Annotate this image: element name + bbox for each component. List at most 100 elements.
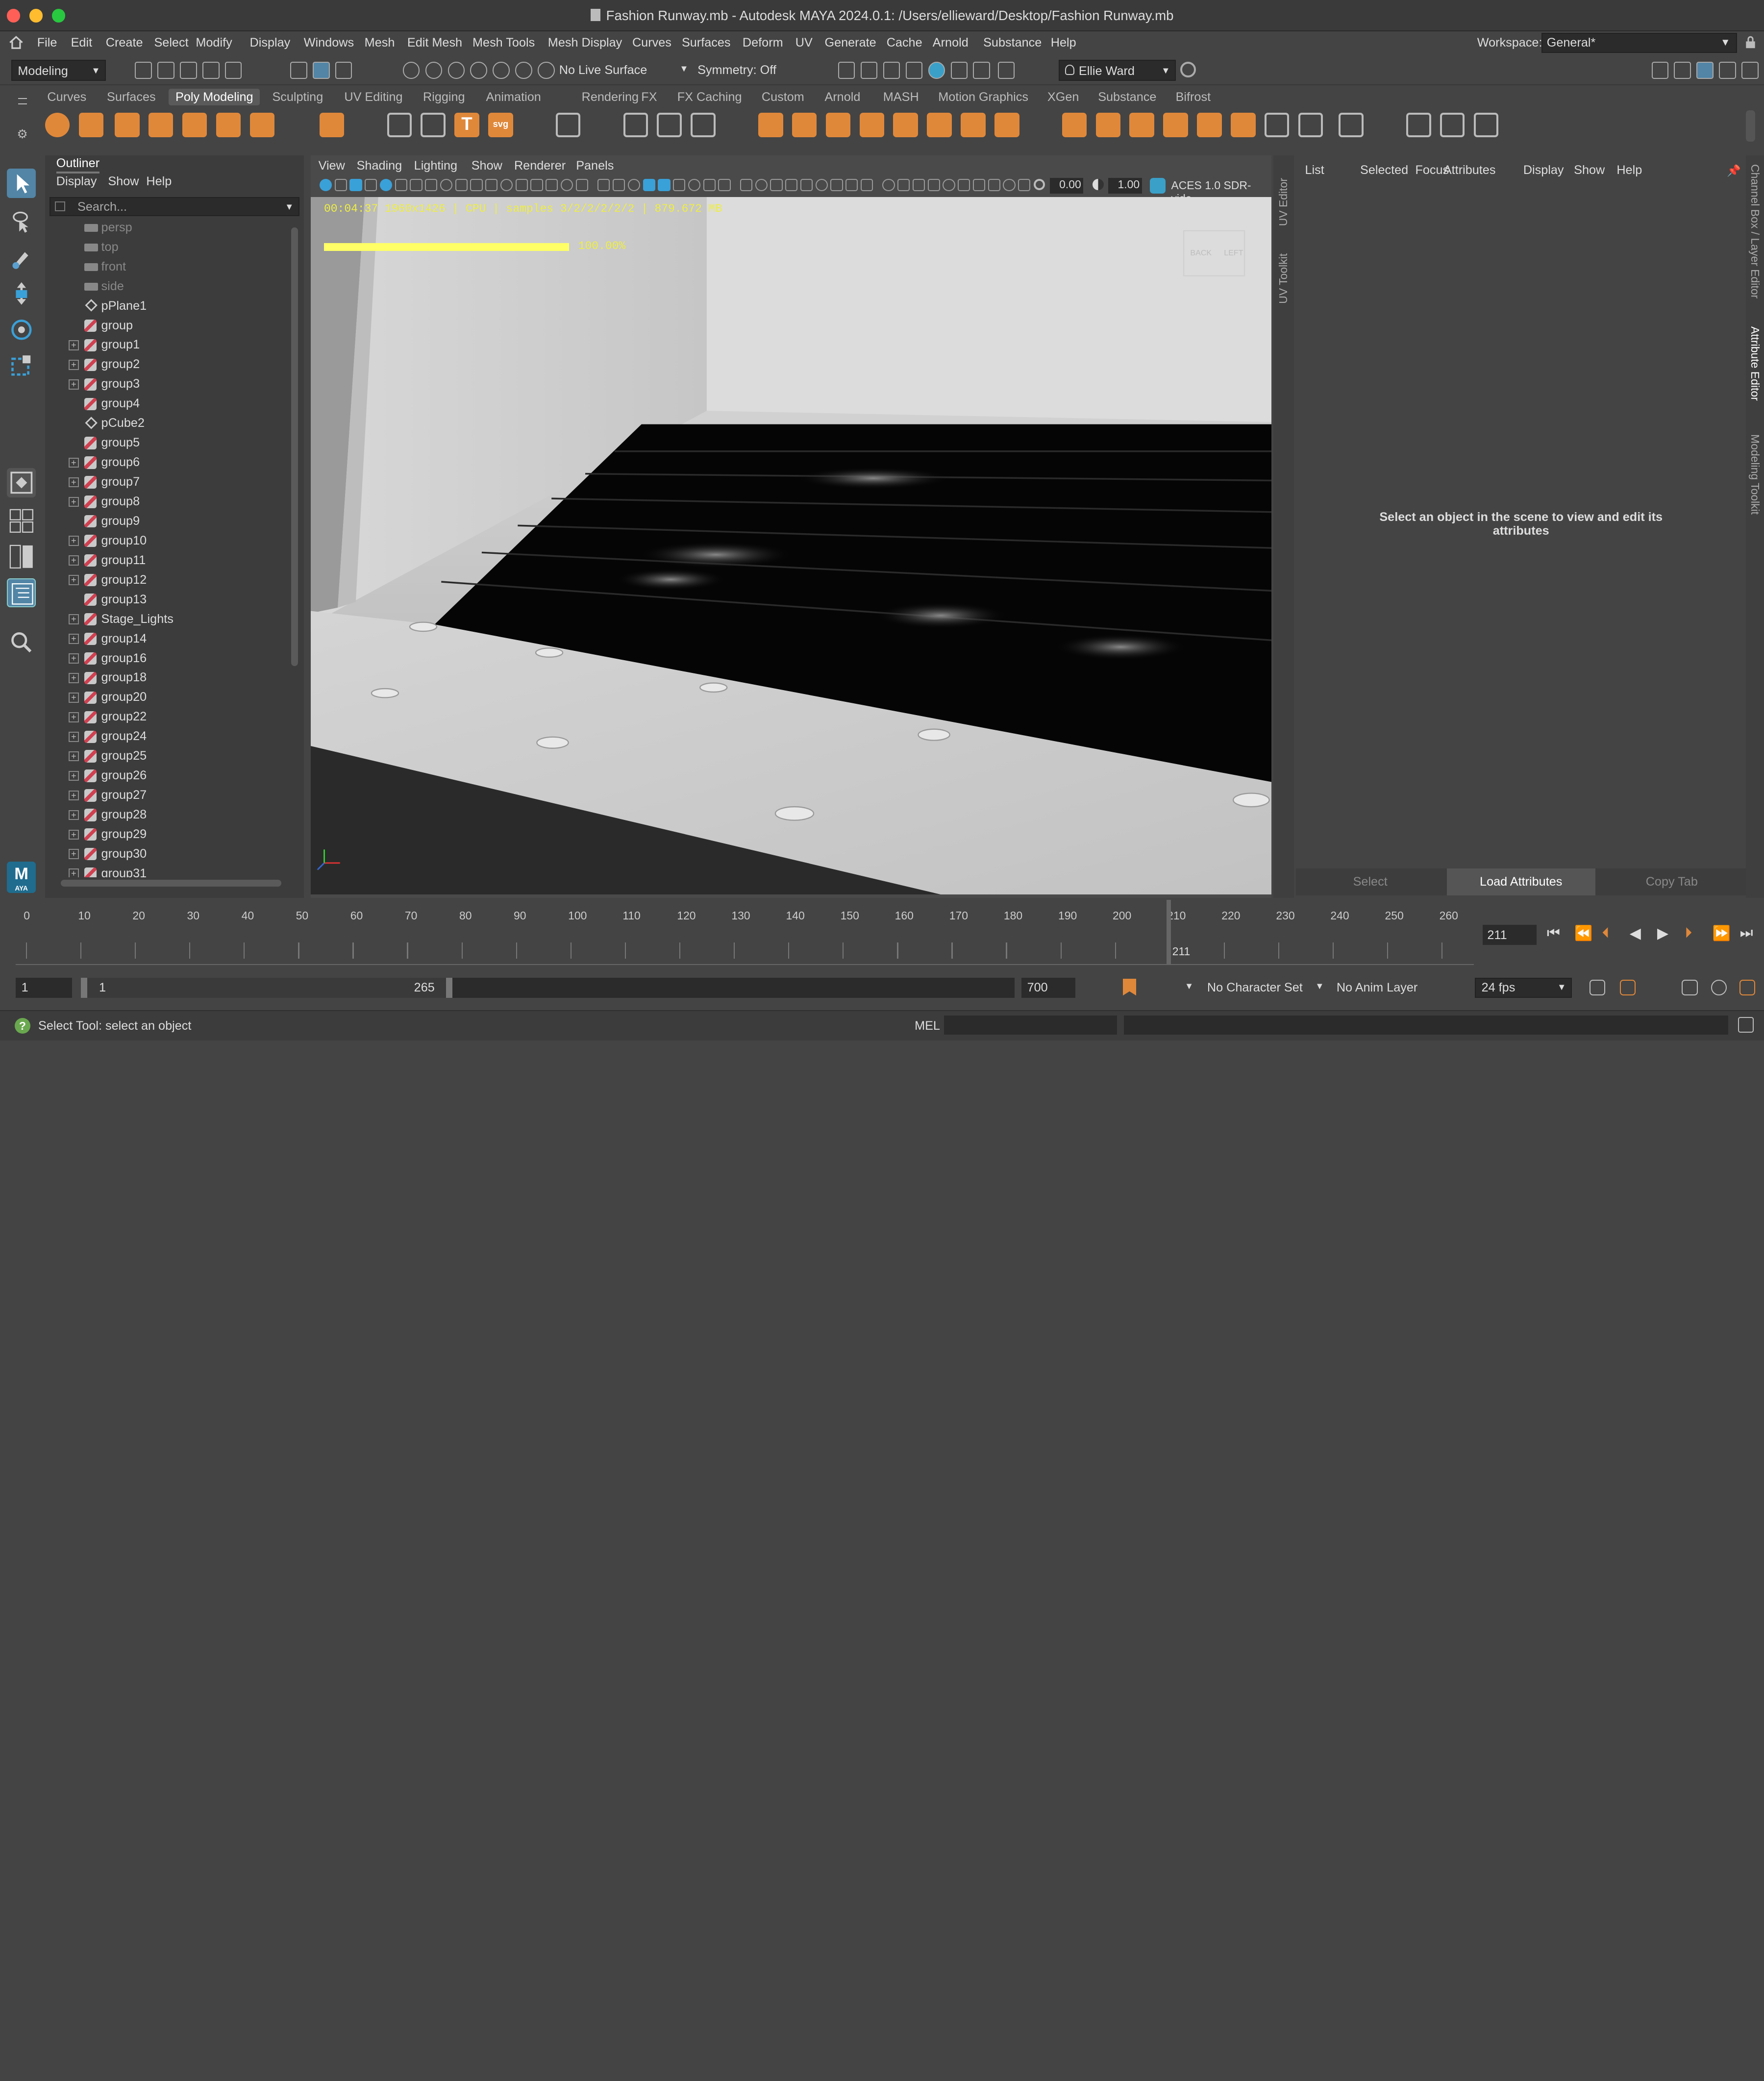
chevron-down-icon[interactable]: ▼ — [1185, 981, 1193, 991]
outliner-item[interactable]: front — [45, 257, 287, 276]
uv-grid-icon[interactable] — [555, 112, 581, 137]
poly-cone-icon[interactable] — [148, 112, 174, 137]
type-icon[interactable]: T — [454, 112, 479, 137]
shelf-tab-surfaces[interactable]: Surfaces — [107, 90, 156, 104]
ae-menu-help[interactable]: Help — [1616, 163, 1642, 177]
channel-box-toggle-icon[interactable] — [1719, 62, 1736, 79]
menu-icon[interactable] — [18, 98, 27, 105]
slide-icon[interactable] — [1473, 112, 1499, 137]
gamma-field[interactable]: 1.00 — [1108, 177, 1142, 194]
shelf-tab-curves[interactable]: Curves — [47, 90, 86, 104]
platonic-solid-icon[interactable] — [319, 112, 345, 137]
tool-settings-toggle-icon[interactable] — [1696, 62, 1714, 79]
pin-icon[interactable]: 📌 — [1727, 164, 1741, 177]
menu-select[interactable]: Select — [154, 36, 188, 50]
viewport-tool-icon[interactable] — [740, 178, 753, 192]
viewport-tool-icon[interactable] — [688, 178, 701, 192]
user-dropdown[interactable]: Ellie Ward ▼ — [1058, 59, 1176, 81]
two-view-layout-button[interactable] — [7, 542, 36, 571]
sculpt-icon[interactable] — [1406, 112, 1431, 137]
play-forward-icon[interactable]: ▶ — [1657, 925, 1668, 942]
circularize-icon[interactable] — [1298, 112, 1323, 137]
ae-menu-list[interactable]: List — [1305, 163, 1324, 177]
viewport-tool-icon[interactable] — [943, 178, 955, 192]
viewport-tool-icon[interactable] — [643, 178, 655, 192]
poly-cylinder-icon[interactable] — [115, 112, 140, 137]
shelf-tab-poly-modeling[interactable]: Poly Modeling — [169, 89, 260, 105]
move-tool-button[interactable] — [7, 279, 36, 308]
viewport-tool-icon[interactable] — [425, 178, 438, 192]
layer-editor-toggle-icon[interactable] — [1741, 62, 1759, 79]
outliner-item[interactable]: persp — [45, 218, 287, 237]
viewport-tool-icon[interactable] — [800, 178, 813, 192]
target-weld-icon[interactable] — [1095, 112, 1121, 137]
four-view-layout-button[interactable] — [7, 506, 36, 536]
search-icon[interactable] — [7, 628, 36, 657]
outliner-item[interactable]: + group2 — [45, 355, 287, 374]
paint-select-tool-button[interactable] — [7, 243, 36, 273]
ae-menu-show[interactable]: Show — [1574, 163, 1605, 177]
extrude-icon[interactable] — [893, 112, 918, 137]
load-attributes-button[interactable]: Load Attributes — [1446, 868, 1595, 896]
menu-help[interactable]: Help — [1051, 36, 1076, 50]
shelf-tab-uv-editing[interactable]: UV Editing — [344, 90, 402, 104]
viewport-tool-icon[interactable] — [845, 178, 858, 192]
chevron-down-icon[interactable]: ▼ — [679, 63, 688, 74]
menu-mesh-tools[interactable]: Mesh Tools — [472, 36, 535, 50]
outliner-item[interactable]: top — [45, 238, 287, 257]
viewcube-left-label[interactable]: LEFT — [1224, 248, 1243, 258]
expand-icon[interactable]: + — [68, 457, 79, 468]
expand-icon[interactable]: + — [68, 477, 79, 488]
shelf-tab-fx-caching[interactable]: FX Caching — [677, 90, 742, 104]
expand-icon[interactable]: + — [68, 536, 79, 546]
timeline-track[interactable] — [16, 925, 1474, 966]
expand-icon[interactable]: + — [68, 496, 79, 507]
shelf-tab-sculpting[interactable]: Sculpting — [272, 90, 323, 104]
undo-icon[interactable] — [202, 62, 220, 79]
viewport-tool-icon[interactable] — [546, 178, 558, 192]
select-tool-button[interactable] — [6, 169, 36, 198]
viewport-menu-shading[interactable]: Shading — [357, 159, 402, 173]
viewport-tool-icon[interactable] — [560, 178, 573, 192]
loop-playback-icon[interactable] — [1590, 980, 1606, 996]
copy-tab-button[interactable]: Copy Tab — [1600, 868, 1744, 895]
viewport-tool-icon[interactable] — [455, 178, 468, 192]
viewport-tool-icon[interactable] — [410, 178, 422, 192]
viewport-menu-renderer[interactable]: Renderer — [514, 159, 566, 173]
outliner-item[interactable]: pCube2 — [45, 414, 287, 433]
range-slider[interactable]: 1 265 — [81, 977, 1015, 998]
viewport-tool-icon[interactable] — [470, 178, 483, 192]
expand-icon[interactable]: + — [68, 360, 79, 370]
viewport-tool-icon[interactable] — [673, 178, 686, 192]
poly-cube-icon[interactable] — [78, 112, 104, 137]
attribute-editor-toggle-icon[interactable] — [1674, 62, 1691, 79]
shelf-tab-bifrost[interactable]: Bifrost — [1176, 90, 1211, 104]
outliner-item[interactable]: + group20 — [45, 688, 287, 707]
menu-substance[interactable]: Substance — [983, 36, 1042, 50]
outliner-item[interactable]: + group29 — [45, 825, 287, 844]
outliner-item[interactable]: + group14 — [45, 629, 287, 648]
poly-plane-icon[interactable] — [216, 112, 241, 137]
settings-icon[interactable] — [1739, 980, 1755, 996]
outliner-item[interactable]: side — [45, 277, 287, 296]
snap-ring-icon[interactable] — [538, 62, 555, 79]
menu-arnold[interactable]: Arnold — [933, 36, 969, 50]
select-button[interactable]: Select — [1298, 868, 1442, 895]
menu-display[interactable]: Display — [250, 36, 291, 50]
menu-create[interactable]: Create — [106, 36, 143, 50]
menu-surfaces[interactable]: Surfaces — [682, 36, 731, 50]
viewport-tool-icon[interactable] — [860, 178, 873, 192]
viewport-tool-icon[interactable] — [597, 178, 610, 192]
super-shape-icon[interactable] — [387, 112, 412, 137]
viewport-tool-icon[interactable] — [349, 178, 362, 192]
viewport-menu-view[interactable]: View — [319, 159, 345, 173]
menu-curves[interactable]: Curves — [632, 36, 671, 50]
gamma-icon[interactable] — [1092, 178, 1104, 190]
shelf-tab-custom[interactable]: Custom — [762, 90, 804, 104]
snap-view-icon[interactable] — [493, 62, 510, 79]
ipr-render-icon[interactable] — [860, 62, 878, 79]
menu-file[interactable]: File — [37, 36, 57, 50]
outliner-item[interactable]: group — [45, 316, 287, 335]
viewport-tool-icon[interactable] — [658, 178, 671, 192]
outliner-item[interactable]: + group11 — [45, 551, 287, 570]
